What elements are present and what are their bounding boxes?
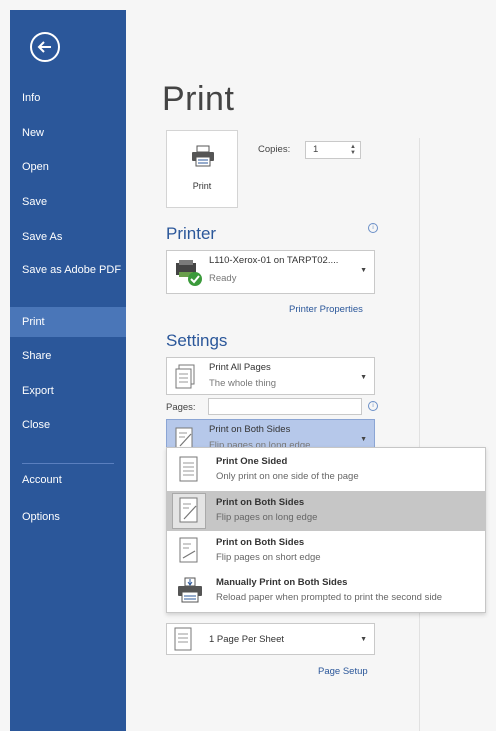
option-title: Print One Sided xyxy=(216,456,288,467)
page-title: Print xyxy=(162,80,235,118)
print-button-label: Print xyxy=(192,181,212,191)
back-arrow-icon xyxy=(37,41,51,53)
option-title: Manually Print on Both Sides xyxy=(216,577,348,588)
option-title: Print on Both Sides xyxy=(216,497,305,508)
print-pages-dropdown[interactable]: Print All Pages The whole thing ▼ xyxy=(166,357,375,395)
nav-item-account[interactable]: Account xyxy=(10,465,126,495)
option-subtitle: Flip pages on long edge xyxy=(216,512,318,523)
pages-label: Pages: xyxy=(166,402,196,413)
copies-spinner[interactable]: ▲ ▼ xyxy=(350,144,356,156)
pages-input[interactable] xyxy=(208,398,362,415)
pages-per-sheet-dropdown[interactable]: 1 Page Per Sheet ▼ xyxy=(166,623,375,655)
printer-properties-link[interactable]: Printer Properties xyxy=(289,304,363,315)
printer-name: L110-Xerox-01 on TARPT02.... xyxy=(209,255,339,266)
print-pages-subtitle: The whole thing xyxy=(209,378,277,389)
preview-divider xyxy=(419,138,420,731)
nav-item-info[interactable]: Info xyxy=(10,83,126,113)
page-setup-link[interactable]: Page Setup xyxy=(318,666,368,677)
option-title: Print on Both Sides xyxy=(216,537,305,548)
nav-item-save-as-adobe-pdf[interactable]: Save as Adobe PDF xyxy=(10,259,126,297)
window-top-edge xyxy=(0,0,496,10)
nav-item-save-as[interactable]: Save As xyxy=(10,222,126,252)
printer-icon xyxy=(192,145,214,167)
menu-option-both-sides-long-edge[interactable]: Print on Both Sides Flip pages on long e… xyxy=(167,491,485,531)
nav-item-save[interactable]: Save xyxy=(10,187,126,217)
pages-per-sheet-title: 1 Page Per Sheet xyxy=(209,634,284,645)
one-sided-icon xyxy=(179,456,198,482)
printer-dropdown[interactable]: L110-Xerox-01 on TARPT02.... Ready ▼ xyxy=(166,250,375,294)
copies-value: 1 xyxy=(313,144,319,155)
pages-info-icon[interactable]: i xyxy=(368,401,378,411)
nav-item-export[interactable]: Export xyxy=(10,376,126,406)
option-subtitle: Only print on one side of the page xyxy=(216,471,359,482)
menu-option-both-sides-short-edge[interactable]: Print on Both Sides Flip pages on short … xyxy=(167,531,485,571)
nav-divider xyxy=(22,463,114,464)
duplex-title: Print on Both Sides xyxy=(209,424,291,435)
flip-short-edge-icon xyxy=(179,537,198,563)
one-page-per-sheet-icon xyxy=(174,627,192,651)
copies-label: Copies: xyxy=(258,144,291,155)
chevron-down-icon: ▼ xyxy=(360,374,367,381)
option-subtitle: Reload paper when prompted to print the … xyxy=(216,592,443,603)
flip-long-edge-icon xyxy=(179,497,198,523)
menu-option-manual-both-sides[interactable]: Manually Print on Both Sides Reload pape… xyxy=(167,571,485,611)
printer-ready-icon xyxy=(176,260,202,286)
print-all-pages-icon xyxy=(175,364,195,389)
printer-status: Ready xyxy=(209,273,237,284)
nav-item-close[interactable]: Close xyxy=(10,410,126,440)
back-button[interactable] xyxy=(30,32,60,62)
settings-heading: Settings xyxy=(166,331,228,350)
print-button[interactable]: Print xyxy=(166,130,238,208)
chevron-down-icon: ▼ xyxy=(360,436,367,443)
nav-item-open[interactable]: Open xyxy=(10,152,126,182)
manual-duplex-icon xyxy=(178,577,202,603)
nav-item-new[interactable]: New xyxy=(10,118,126,148)
print-pane: Print Print Copies: 1 ▲ ▼ Printer i L110-… xyxy=(126,10,496,731)
nav-item-share[interactable]: Share xyxy=(10,341,126,371)
chevron-down-icon: ▼ xyxy=(360,267,367,274)
print-pages-title: Print All Pages xyxy=(209,362,271,373)
printer-heading: Printer xyxy=(166,224,217,243)
menu-option-print-one-sided[interactable]: Print One Sided Only print on one side o… xyxy=(167,450,485,490)
copies-input[interactable]: 1 ▲ ▼ xyxy=(305,141,361,159)
printer-info-icon[interactable]: i xyxy=(368,223,378,233)
nav-item-options[interactable]: Options xyxy=(10,502,126,532)
option-subtitle: Flip pages on short edge xyxy=(216,552,321,563)
backstage-sidebar: Info New Open Save Save As Save as Adobe… xyxy=(10,10,126,731)
duplex-options-menu: Print One Sided Only print on one side o… xyxy=(166,447,486,613)
chevron-down-icon: ▼ xyxy=(360,636,367,643)
nav-item-print[interactable]: Print xyxy=(10,307,126,337)
